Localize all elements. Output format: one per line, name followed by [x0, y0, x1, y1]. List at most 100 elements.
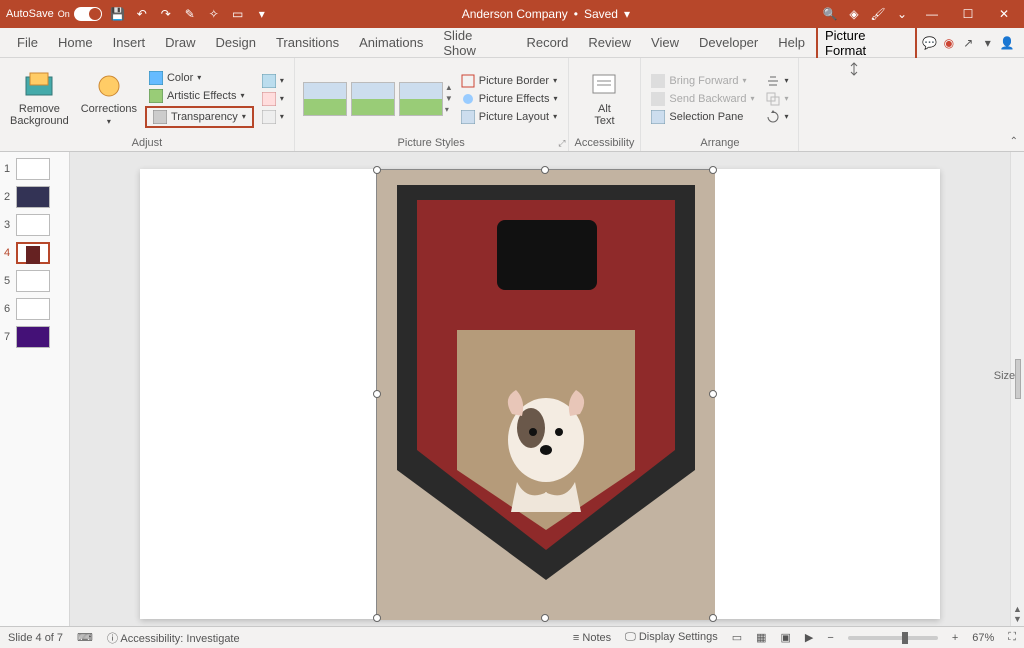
- tab-developer[interactable]: Developer: [690, 31, 767, 54]
- thumb-1[interactable]: 1: [4, 158, 65, 180]
- zoom-out-button[interactable]: −: [827, 632, 833, 644]
- group-accessibility: Alt Text Accessibility: [569, 58, 642, 151]
- picture-layout-button[interactable]: Picture Layout ▾: [457, 109, 562, 125]
- corrections-button[interactable]: Corrections ▾: [77, 69, 141, 128]
- tab-picture-format[interactable]: Picture Format: [816, 24, 917, 62]
- thumb-6[interactable]: 6: [4, 298, 65, 320]
- tab-design[interactable]: Design: [207, 31, 265, 54]
- transparency-icon: [153, 110, 167, 124]
- send-backward-button[interactable]: Send Backward ▾: [647, 91, 758, 107]
- slideshow-view-icon[interactable]: ▶: [805, 631, 813, 644]
- color-icon: [149, 71, 163, 85]
- present-icon[interactable]: ▭: [230, 6, 246, 22]
- diamond-icon[interactable]: ◈: [846, 6, 862, 22]
- reading-view-icon[interactable]: ▣: [781, 631, 791, 644]
- selection-pane-icon: [651, 110, 665, 124]
- change-picture-button[interactable]: ▾: [258, 91, 288, 107]
- tab-transitions[interactable]: Transitions: [267, 31, 348, 54]
- chevron-down-icon[interactable]: ▾: [979, 34, 996, 52]
- reset-picture-button[interactable]: ▾: [258, 109, 288, 125]
- qat-more-icon[interactable]: ▾: [254, 6, 270, 22]
- redo-icon[interactable]: ↷: [158, 6, 174, 22]
- artistic-icon: [149, 89, 163, 103]
- group-label-accessibility: Accessibility: [575, 135, 635, 149]
- group-button[interactable]: ▾: [762, 91, 792, 107]
- share-icon[interactable]: ↗: [960, 34, 977, 52]
- picture-selection[interactable]: [376, 169, 714, 619]
- bring-forward-icon: [651, 74, 665, 88]
- autosave-toggle[interactable]: AutoSave On: [6, 7, 102, 21]
- slide-canvas[interactable]: [70, 152, 1010, 626]
- language-icon[interactable]: ⌨: [77, 631, 93, 644]
- picture-styles-gallery[interactable]: ▲ ▼ ▾: [301, 80, 453, 118]
- tab-review[interactable]: Review: [579, 31, 640, 54]
- style-thumb[interactable]: [399, 82, 443, 116]
- tab-insert[interactable]: Insert: [104, 31, 155, 54]
- ribbon-display-icon[interactable]: ⌄: [894, 6, 910, 22]
- color-button[interactable]: Color ▾: [145, 70, 254, 86]
- person-icon[interactable]: 👤: [999, 34, 1016, 52]
- record-dot-icon[interactable]: ◉: [940, 34, 957, 52]
- zoom-level[interactable]: 67%: [972, 632, 994, 644]
- gallery-up-icon[interactable]: ▲: [445, 83, 453, 92]
- tab-slideshow[interactable]: Slide Show: [434, 24, 515, 62]
- selection-pane-button[interactable]: Selection Pane: [647, 109, 758, 125]
- normal-view-icon[interactable]: ▭: [732, 631, 742, 644]
- next-slide-icon[interactable]: ▼: [1013, 614, 1022, 624]
- remove-background-button[interactable]: Remove Background: [6, 69, 73, 129]
- minimize-button[interactable]: —: [918, 4, 946, 24]
- group-label-adjust: Adjust: [132, 135, 163, 149]
- search-icon[interactable]: 🔍: [822, 6, 838, 22]
- maximize-button[interactable]: ☐: [954, 4, 982, 24]
- style-thumb[interactable]: [351, 82, 395, 116]
- touch-mode-icon[interactable]: ✎: [182, 6, 198, 22]
- transparency-button[interactable]: Transparency ▾: [149, 109, 250, 125]
- thumb-5[interactable]: 5: [4, 270, 65, 292]
- thumb-2[interactable]: 2: [4, 186, 65, 208]
- group-icon: [766, 92, 780, 106]
- style-thumb[interactable]: [303, 82, 347, 116]
- autosave-label: AutoSave: [6, 8, 54, 20]
- fit-to-window-icon[interactable]: ⛶: [1008, 631, 1016, 644]
- compress-pictures-button[interactable]: ▾: [258, 73, 288, 89]
- sorter-view-icon[interactable]: ▦: [756, 631, 766, 644]
- tab-help[interactable]: Help: [769, 31, 814, 54]
- zoom-in-button[interactable]: +: [952, 632, 958, 644]
- alt-text-button[interactable]: Alt Text: [585, 69, 623, 129]
- notes-button[interactable]: ≡ Notes: [573, 632, 611, 644]
- rotate-button[interactable]: ▾: [762, 109, 792, 125]
- tab-file[interactable]: File: [8, 31, 47, 54]
- qat-icon[interactable]: ✧: [206, 6, 222, 22]
- tab-home[interactable]: Home: [49, 31, 102, 54]
- gallery-down-icon[interactable]: ▼: [445, 94, 453, 103]
- dialog-launcher-icon[interactable]: ⤢: [558, 138, 565, 149]
- gallery-more-icon[interactable]: ▾: [445, 105, 453, 114]
- picture-border-button[interactable]: Picture Border ▾: [457, 73, 562, 89]
- save-icon[interactable]: 💾: [110, 6, 126, 22]
- display-settings-button[interactable]: 🖵 Display Settings: [625, 631, 718, 644]
- alt-text-icon: [589, 71, 619, 101]
- tab-view[interactable]: View: [642, 31, 688, 54]
- bring-forward-button[interactable]: Bring Forward ▾: [647, 73, 758, 89]
- undo-icon[interactable]: ↶: [134, 6, 150, 22]
- chevron-down-icon[interactable]: ▾: [624, 7, 630, 21]
- comments-icon[interactable]: 💬: [921, 34, 938, 52]
- artistic-effects-button[interactable]: Artistic Effects ▾: [145, 88, 254, 104]
- accessibility-status[interactable]: ⓘ Accessibility: Investigate: [107, 630, 240, 646]
- thumb-3[interactable]: 3: [4, 214, 65, 236]
- thumb-4[interactable]: 4: [4, 242, 65, 264]
- tab-animations[interactable]: Animations: [350, 31, 432, 54]
- autosave-switch[interactable]: [74, 7, 102, 21]
- ribbon-collapse-button[interactable]: ⌃: [1010, 136, 1018, 147]
- tab-record[interactable]: Record: [517, 31, 577, 54]
- zoom-knob[interactable]: [902, 632, 908, 644]
- transparency-highlight-box: Transparency ▾: [145, 106, 254, 128]
- close-button[interactable]: ✕: [990, 4, 1018, 24]
- paint-icon[interactable]: 🖌: [870, 6, 886, 22]
- picture-effects-button[interactable]: Picture Effects ▾: [457, 91, 562, 107]
- align-button[interactable]: ▾: [762, 73, 792, 89]
- thumb-7[interactable]: 7: [4, 326, 65, 348]
- zoom-slider[interactable]: [848, 636, 938, 640]
- tab-draw[interactable]: Draw: [156, 31, 204, 54]
- prev-slide-icon[interactable]: ▲: [1013, 604, 1022, 614]
